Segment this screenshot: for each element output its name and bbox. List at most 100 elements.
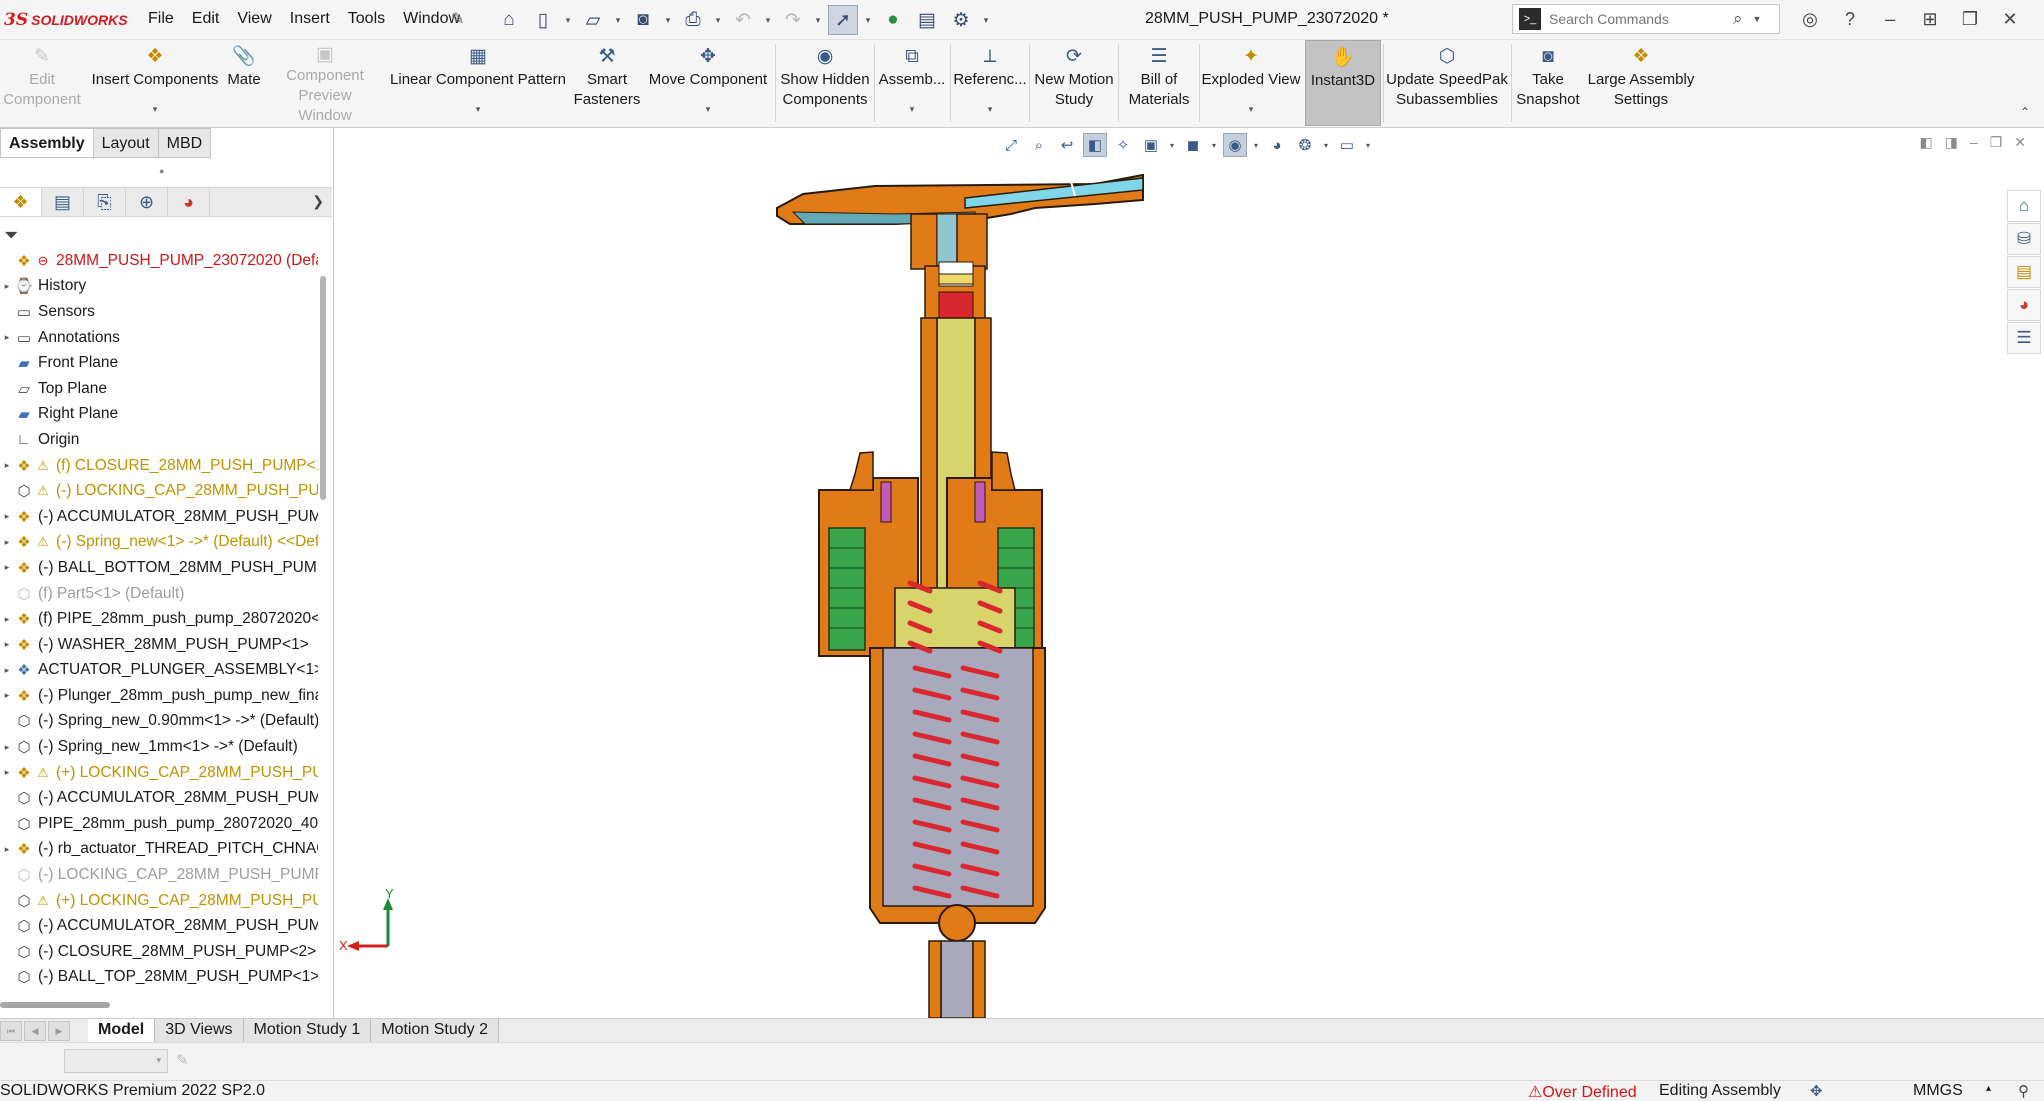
hide-show-items-icon[interactable]: ◉: [1223, 133, 1247, 157]
tab-mbd[interactable]: MBD: [158, 128, 212, 158]
tree-item-component[interactable]: ⬡ (-) BALL_TOP_28MM_PUSH_PUMP<1>: [0, 965, 318, 991]
component-preview-window-button[interactable]: ▣ Component Preview Window: [270, 40, 380, 126]
graphics-area[interactable]: Y X ⤢ ⌕ ↩ ◧ ✧ ▣ ▾ ◼ ▾ ◉ ▾ ◕ ❂ ▾ ▭ ▾ ◧ ◨ – ❐ ✕…: [335, 128, 2044, 1018]
study-type-combo[interactable]: ▾: [64, 1049, 168, 1073]
next-tab-arrow-icon[interactable]: ▶: [48, 1021, 70, 1041]
select-dropdown-icon[interactable]: ▾: [862, 15, 874, 26]
tree-item-origin[interactable]: ∟ Origin: [0, 427, 318, 453]
home-icon[interactable]: ⌂: [494, 5, 524, 35]
tree-item-component[interactable]: ⬡ (-) LOCKING_CAP_28MM_PUSH_PUMP<3>: [0, 862, 318, 888]
tab-motion-study-2[interactable]: Motion Study 2: [371, 1019, 499, 1043]
tree-item-top-plane[interactable]: ▱ Top Plane: [0, 376, 318, 402]
reference-geometry-dropdown-icon[interactable]: ▾: [988, 104, 993, 114]
search-icon[interactable]: ⌕: [1733, 9, 1743, 29]
display-style-icon[interactable]: ◼: [1181, 133, 1205, 157]
traffic-light-rebuild-icon[interactable]: ●: [878, 5, 908, 35]
tree-item-component[interactable]: ⬡ (-) ACCUMULATOR_28MM_PUSH_PUMP<2>: [0, 785, 318, 811]
search-commands-box[interactable]: >_ ⌕ ▼: [1512, 4, 1780, 34]
solidworks-logo[interactable]: 3S SOLIDWORKS: [4, 7, 128, 33]
zoom-to-area-icon[interactable]: ⌕: [1027, 133, 1051, 157]
tree-item-front-plane[interactable]: ▰ Front Plane: [0, 350, 318, 376]
expand-arrow-icon[interactable]: ▸: [0, 614, 14, 625]
viewport-minimize-icon[interactable]: –: [1970, 134, 1978, 151]
hide-show-dropdown-icon[interactable]: ▾: [1251, 141, 1261, 150]
first-tab-arrow-icon[interactable]: ⏮: [0, 1021, 22, 1041]
exploded-view-button[interactable]: ✦ Exploded View ▾: [1201, 40, 1301, 126]
expand-arrow-icon[interactable]: ▸: [0, 460, 14, 471]
check-ball[interactable]: [938, 904, 976, 942]
options-dropdown-icon[interactable]: ▾: [980, 15, 992, 26]
rebuild-status-icon[interactable]: ✥: [1810, 1082, 1823, 1100]
propertymanager-icon[interactable]: ▤: [42, 188, 84, 216]
view-settings-dropdown-icon[interactable]: ▾: [1363, 141, 1373, 150]
reference-geometry-button[interactable]: ⟂ Referenc... ▾: [952, 40, 1028, 126]
seal-ring[interactable]: [974, 481, 986, 523]
expand-arrow-icon[interactable]: ▸: [0, 281, 14, 292]
menu-file[interactable]: File: [148, 10, 174, 28]
tree-vertical-scrollbar[interactable]: [320, 276, 326, 500]
pin-menu-icon[interactable]: ✎: [451, 9, 464, 29]
tree-item-annotations[interactable]: ▸ ▭ Annotations: [0, 325, 318, 351]
panel-grip-icon[interactable]: ●: [159, 166, 164, 176]
menu-insert[interactable]: Insert: [290, 10, 330, 28]
assembly-features-button[interactable]: ⧉ Assemb... ▾: [876, 40, 948, 126]
tab-motion-study-1[interactable]: Motion Study 1: [243, 1019, 372, 1043]
tree-item-component[interactable]: ▸ ❖ (-) WASHER_28MM_PUSH_PUMP<1>: [0, 632, 318, 658]
over-defined-status[interactable]: ⚠Over Defined: [1528, 1082, 1637, 1101]
viewport-restore-icon[interactable]: ❐: [1990, 134, 2003, 151]
large-assembly-settings-button[interactable]: ❖ Large Assembly Settings: [1586, 40, 1696, 126]
search-dropdown-icon[interactable]: ▼: [1753, 14, 1762, 24]
dip-tube[interactable]: [940, 940, 974, 1018]
expand-arrow-icon[interactable]: ▸: [0, 767, 14, 778]
file-explorer-icon[interactable]: ▤: [2007, 256, 2041, 288]
accumulator-chamber[interactable]: [882, 647, 1034, 907]
tree-item-component[interactable]: ⬡ ⚠ (+) LOCKING_CAP_28MM_PUSH_PUMP<4>: [0, 888, 318, 914]
restore-window-icon[interactable]: ❐: [1952, 4, 1988, 34]
minimize-window-icon[interactable]: –: [1872, 4, 1908, 34]
save-icon[interactable]: ◙: [628, 5, 658, 35]
tree-item-component[interactable]: ▸❖ (-) BALL_BOTTOM_28MM_PUSH_PUMP<1>: [0, 555, 318, 581]
more-tabs-chevron-icon[interactable]: ❯: [312, 193, 324, 210]
dynamic-annotation-icon[interactable]: ✧: [1111, 133, 1135, 157]
insert-components-button[interactable]: ❖ Insert Components ▾: [88, 40, 222, 126]
tile-window-icon[interactable]: ⊞: [1912, 4, 1948, 34]
undo-dropdown-icon[interactable]: ▾: [762, 15, 774, 26]
expand-arrow-icon[interactable]: ▸: [0, 537, 14, 548]
menu-edit[interactable]: Edit: [192, 10, 220, 28]
linear-pattern-dropdown-icon[interactable]: ▾: [476, 104, 481, 114]
viewport-split-left-icon[interactable]: ◧: [1919, 134, 1932, 151]
view-triad[interactable]: Y X: [339, 886, 394, 953]
design-library-icon[interactable]: ⛁: [2007, 223, 2041, 255]
redo-icon[interactable]: ↷: [778, 5, 808, 35]
print-icon[interactable]: ⎙: [678, 5, 708, 35]
show-hidden-components-button[interactable]: ◉ Show Hidden Components: [778, 40, 872, 126]
zoom-to-fit-icon[interactable]: ⤢: [999, 133, 1023, 157]
pump-section-model[interactable]: Y X: [335, 128, 2044, 1018]
view-orientation-icon[interactable]: ▣: [1139, 133, 1163, 157]
expand-arrow-icon[interactable]: ▸: [0, 511, 14, 522]
account-icon[interactable]: ◎: [1792, 4, 1828, 34]
tab-3d-views[interactable]: 3D Views: [155, 1019, 244, 1043]
closure-thread-left[interactable]: [828, 527, 866, 651]
viewport-close-icon[interactable]: ✕: [2014, 134, 2026, 151]
tree-item-history[interactable]: ▸ ⌚ History: [0, 274, 318, 300]
tree-root[interactable]: ❖⊖28MM_PUSH_PUMP_23072020 (Default<Displ…: [0, 248, 318, 274]
tree-item-right-plane[interactable]: ▰ Right Plane: [0, 402, 318, 428]
select-pointer-icon[interactable]: ➚: [828, 5, 858, 35]
options-gear-icon[interactable]: ⚙: [946, 5, 976, 35]
redo-dropdown-icon[interactable]: ▾: [812, 15, 824, 26]
print-dropdown-icon[interactable]: ▾: [712, 15, 724, 26]
expand-arrow-icon[interactable]: ▸: [0, 844, 14, 855]
save-dropdown-icon[interactable]: ▾: [662, 15, 674, 26]
tab-layout[interactable]: Layout: [93, 128, 159, 158]
tree-item-component[interactable]: ⬡ (-) CLOSURE_28MM_PUSH_PUMP<2>: [0, 939, 318, 965]
help-icon[interactable]: ?: [1832, 4, 1868, 34]
tree-item-component[interactable]: ▸ ❖ ⚠ (-) Spring_new<1> ->* (Default) <<Def…: [0, 530, 318, 556]
view-orientation-dropdown-icon[interactable]: ▾: [1167, 141, 1177, 150]
new-document-icon[interactable]: ▯: [528, 5, 558, 35]
configurationmanager-icon[interactable]: ⎘: [84, 188, 126, 216]
tab-assembly[interactable]: Assembly: [0, 128, 94, 158]
tree-item-component[interactable]: ⬡ (-) ACCUMULATOR_28MM_PUSH_PUMP<3>: [0, 913, 318, 939]
calculator-icon[interactable]: ✎: [176, 1051, 189, 1069]
tree-item-component[interactable]: ⬡ ⚠ (-) LOCKING_CAP_28MM_PUSH_PUMP<1>: [0, 478, 318, 504]
